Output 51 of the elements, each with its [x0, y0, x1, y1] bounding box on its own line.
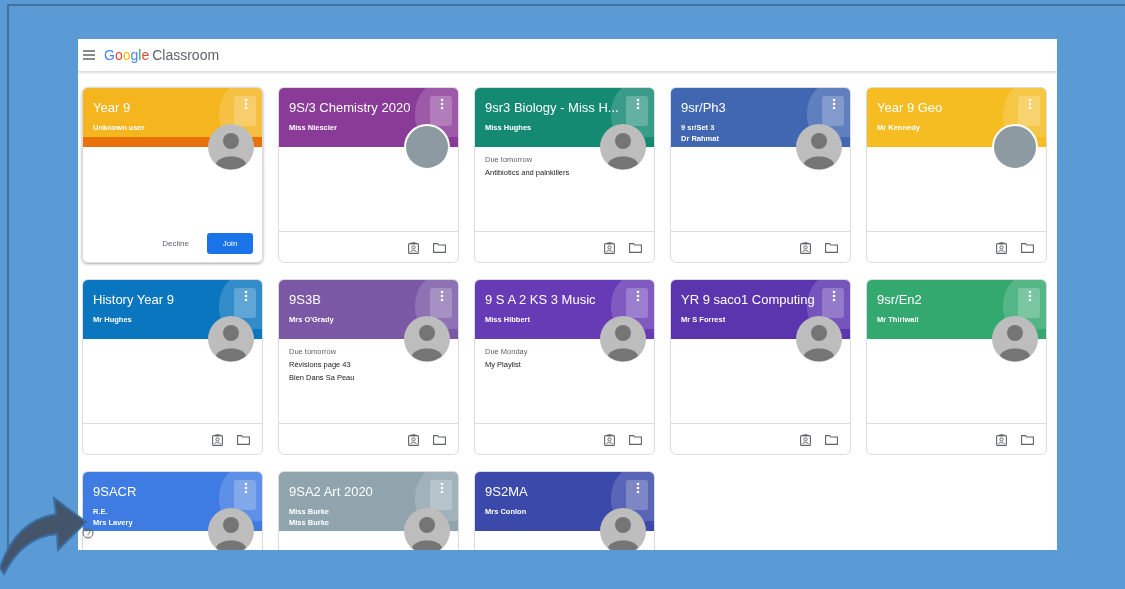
portrait-icon[interactable]: [408, 434, 419, 446]
class-title[interactable]: YR 9 saco1 Computing: [681, 292, 815, 307]
help-icon[interactable]: [82, 527, 94, 539]
decline-button[interactable]: Decline: [158, 233, 193, 254]
avatar-icon: [600, 124, 646, 170]
portrait-icon[interactable]: [212, 434, 223, 446]
avatar-icon: [208, 316, 254, 362]
more-options-icon[interactable]: [832, 98, 836, 110]
avatar-icon: [404, 316, 450, 362]
more-options-icon[interactable]: [636, 290, 640, 302]
folder-icon[interactable]: [1021, 435, 1034, 445]
avatar-icon: [208, 508, 254, 550]
avatar-icon: [600, 316, 646, 362]
folder-icon[interactable]: [1021, 243, 1034, 253]
class-title[interactable]: 9sr/Ph3: [681, 100, 726, 115]
class-title[interactable]: 9S2MA: [485, 484, 528, 499]
more-options-icon[interactable]: [440, 98, 444, 110]
menu-icon[interactable]: [83, 50, 95, 60]
portrait-icon[interactable]: [604, 242, 615, 254]
folder-icon[interactable]: [825, 435, 838, 445]
portrait-icon[interactable]: [800, 242, 811, 254]
folder-icon[interactable]: [629, 243, 642, 253]
avatar-icon: [796, 124, 842, 170]
folder-icon[interactable]: [237, 435, 250, 445]
folder-icon[interactable]: [825, 243, 838, 253]
portrait-icon[interactable]: [996, 434, 1007, 446]
avatar-icon: [600, 508, 646, 550]
more-options-icon[interactable]: [440, 290, 444, 302]
join-button[interactable]: Join: [207, 233, 253, 254]
folder-icon[interactable]: [433, 435, 446, 445]
more-options-icon[interactable]: [244, 290, 248, 302]
product-name: Classroom: [152, 47, 220, 63]
class-title[interactable]: 9sr3 Biology - Miss H...: [485, 100, 619, 115]
portrait-icon[interactable]: [800, 434, 811, 446]
class-title[interactable]: 9SACR: [93, 484, 137, 499]
avatar-icon: [208, 124, 254, 170]
portrait-icon[interactable]: [408, 242, 419, 254]
portrait-icon[interactable]: [604, 434, 615, 446]
class-title[interactable]: 9S/3 Chemistry 2020: [289, 100, 411, 115]
folder-icon[interactable]: [433, 243, 446, 253]
class-title[interactable]: 9 S A 2 KS 3 Music: [485, 292, 596, 307]
more-options-icon[interactable]: [832, 290, 836, 302]
class-title[interactable]: 9S3B: [289, 292, 321, 307]
avatar-icon: [796, 316, 842, 362]
more-options-icon[interactable]: [636, 482, 640, 494]
avatar-icon: [404, 508, 450, 550]
folder-icon[interactable]: [629, 435, 642, 445]
class-title[interactable]: History Year 9: [93, 292, 174, 307]
brand-logo: Google: [104, 47, 150, 63]
avatar-icon: [992, 316, 1038, 362]
portrait-icon[interactable]: [996, 242, 1007, 254]
